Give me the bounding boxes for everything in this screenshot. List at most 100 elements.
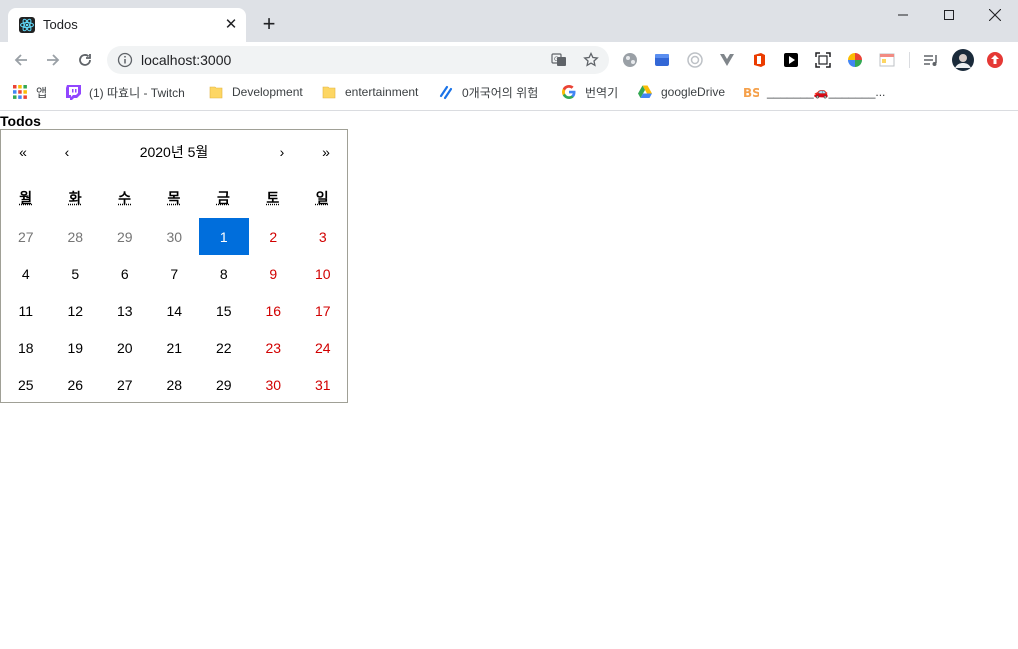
calendar-day-tile[interactable]: 9 <box>249 255 299 292</box>
bookmark-google-drive[interactable]: googleDrive <box>637 78 725 106</box>
forward-button[interactable] <box>42 49 64 71</box>
calendar-day-tile[interactable]: 24 <box>298 329 348 366</box>
back-button[interactable] <box>10 49 32 71</box>
new-tab-button[interactable]: + <box>258 13 280 35</box>
calendar-day-tile[interactable]: 11 <box>1 292 51 329</box>
calendar-day-tile[interactable]: 28 <box>150 366 200 403</box>
prev-year-button[interactable]: « <box>1 130 45 174</box>
calendar-day-tile[interactable]: 16 <box>249 292 299 329</box>
arrow-right-icon <box>47 54 60 66</box>
calendar-day-tile[interactable]: 31 <box>298 366 348 403</box>
tab-strip: Todos ✕ + <box>0 0 1018 42</box>
prev-month-button[interactable]: ‹ <box>45 130 89 174</box>
calendar-day-tile[interactable]: 26 <box>51 366 101 403</box>
calendar-day-tile[interactable]: 27 <box>100 366 150 403</box>
calendar-day-tile[interactable]: 4 <box>1 255 51 292</box>
maximize-button[interactable] <box>926 0 972 30</box>
star-icon[interactable] <box>583 52 599 68</box>
calendar-day-tile[interactable]: 17 <box>298 292 348 329</box>
notes-extension-icon[interactable] <box>878 51 896 69</box>
calendar-day-tile[interactable]: 27 <box>1 218 51 255</box>
calendar-day-tile[interactable]: 13 <box>100 292 150 329</box>
url-text[interactable]: localhost:3000 <box>141 46 231 74</box>
calendar-day-tile[interactable]: 25 <box>1 366 51 403</box>
target-extension-icon[interactable] <box>686 51 704 69</box>
bookmark-translator[interactable]: 번역기 <box>561 78 618 106</box>
calendar-day-tile[interactable]: 10 <box>298 255 348 292</box>
weekday-label: 일 <box>298 188 347 218</box>
calendar-day-tile[interactable]: 15 <box>199 292 249 329</box>
apps-grid-icon <box>12 84 28 100</box>
calendar-day-tile[interactable]: 23 <box>249 329 299 366</box>
drive-icon <box>637 84 653 100</box>
calendar-day-tile[interactable]: 22 <box>199 329 249 366</box>
close-window-button[interactable] <box>972 0 1018 30</box>
reload-button[interactable] <box>74 49 96 71</box>
address-bar[interactable]: localhost:3000 G <box>107 46 609 74</box>
calendar-day-tile[interactable]: 20 <box>100 329 150 366</box>
media-controls-icon[interactable] <box>922 51 940 69</box>
weekday-text: 일 <box>315 190 329 206</box>
calendar-day-tile[interactable]: 30 <box>249 366 299 403</box>
maximize-icon <box>944 10 954 20</box>
bookmark-0-language[interactable]: 0개국어의 위험 <box>438 78 538 106</box>
calendar-day-tile[interactable]: 14 <box>150 292 200 329</box>
svg-text:G: G <box>554 56 559 63</box>
bookmark-twitch[interactable]: (1) 따효니 - Twitch <box>65 78 185 106</box>
calendar-days: 27 28 29 30 1 2 3 4 5 6 7 8 9 10 11 12 13 14 15 16 17 18 19 20 2… <box>1 218 347 403</box>
info-icon[interactable] <box>117 52 133 68</box>
weekday-text: 월 <box>19 190 33 206</box>
bookmark-development[interactable]: Development <box>208 78 303 106</box>
next-month-button[interactable]: › <box>260 130 304 174</box>
calendar-day-tile[interactable]: 2 <box>249 218 299 255</box>
calendar-day-tile[interactable]: 29 <box>199 366 249 403</box>
tab-close-icon[interactable]: ✕ <box>222 16 240 34</box>
calendar-day-tile[interactable]: 6 <box>100 255 150 292</box>
svg-text:BS: BS <box>743 86 759 100</box>
translate-icon[interactable]: G <box>551 52 567 68</box>
weekday-label: 화 <box>50 188 99 218</box>
weekday-text: 수 <box>118 190 131 206</box>
calendar-day-tile[interactable]: 1 <box>199 218 249 255</box>
calendar-day-tile[interactable]: 21 <box>150 329 200 366</box>
bookmark-entertainment[interactable]: entertainment <box>321 78 418 106</box>
update-icon[interactable] <box>986 51 1004 69</box>
weekday-label: 토 <box>248 188 297 218</box>
bookmark-label: googleDrive <box>661 85 726 99</box>
calendar-day-tile[interactable]: 8 <box>199 255 249 292</box>
calendar-day-tile[interactable]: 30 <box>150 218 200 255</box>
calendar-day-tile[interactable]: 29 <box>100 218 150 255</box>
calendar-day-tile[interactable]: 7 <box>150 255 200 292</box>
folder-icon <box>208 84 224 100</box>
toolbar-separator <box>909 52 910 68</box>
calendar-day-tile[interactable]: 18 <box>1 329 51 366</box>
globe-extension-icon[interactable] <box>621 51 639 69</box>
minimize-icon <box>898 14 908 16</box>
blue-extension-icon[interactable] <box>653 51 671 69</box>
weekday-text: 화 <box>68 190 82 206</box>
calendar-day-tile[interactable]: 3 <box>298 218 348 255</box>
calendar-day-tile[interactable]: 19 <box>51 329 101 366</box>
bookmark-bs[interactable]: BS _______🚗_______... <box>743 78 885 106</box>
play-extension-icon[interactable] <box>782 51 800 69</box>
weekday-header: 월화수목금토일 <box>1 188 347 218</box>
calendar-day-tile[interactable]: 28 <box>51 218 101 255</box>
color-wheel-extension-icon[interactable] <box>846 51 864 69</box>
calendar-day-tile[interactable]: 5 <box>51 255 101 292</box>
vue-extension-icon[interactable] <box>718 51 736 69</box>
tab-todos[interactable]: Todos ✕ <box>8 8 246 42</box>
weekday-text: 금 <box>216 190 230 206</box>
next-year-button[interactable]: » <box>304 130 348 174</box>
screenshot-extension-icon[interactable] <box>814 51 832 69</box>
bookmark-label: 앱 <box>36 85 48 100</box>
twitch-icon <box>65 84 81 100</box>
calendar-day-tile[interactable]: 12 <box>51 292 101 329</box>
minimize-button[interactable] <box>880 0 926 30</box>
bookmark-apps[interactable]: 앱 <box>12 78 47 106</box>
tab-title: Todos <box>43 17 78 32</box>
weekday-text: 목 <box>167 190 181 206</box>
bookmark-label: 번역기 <box>585 85 619 100</box>
office-extension-icon[interactable] <box>750 51 768 69</box>
profile-avatar[interactable] <box>952 49 974 71</box>
calendar-month-label[interactable]: 2020년 5월 <box>89 130 259 174</box>
